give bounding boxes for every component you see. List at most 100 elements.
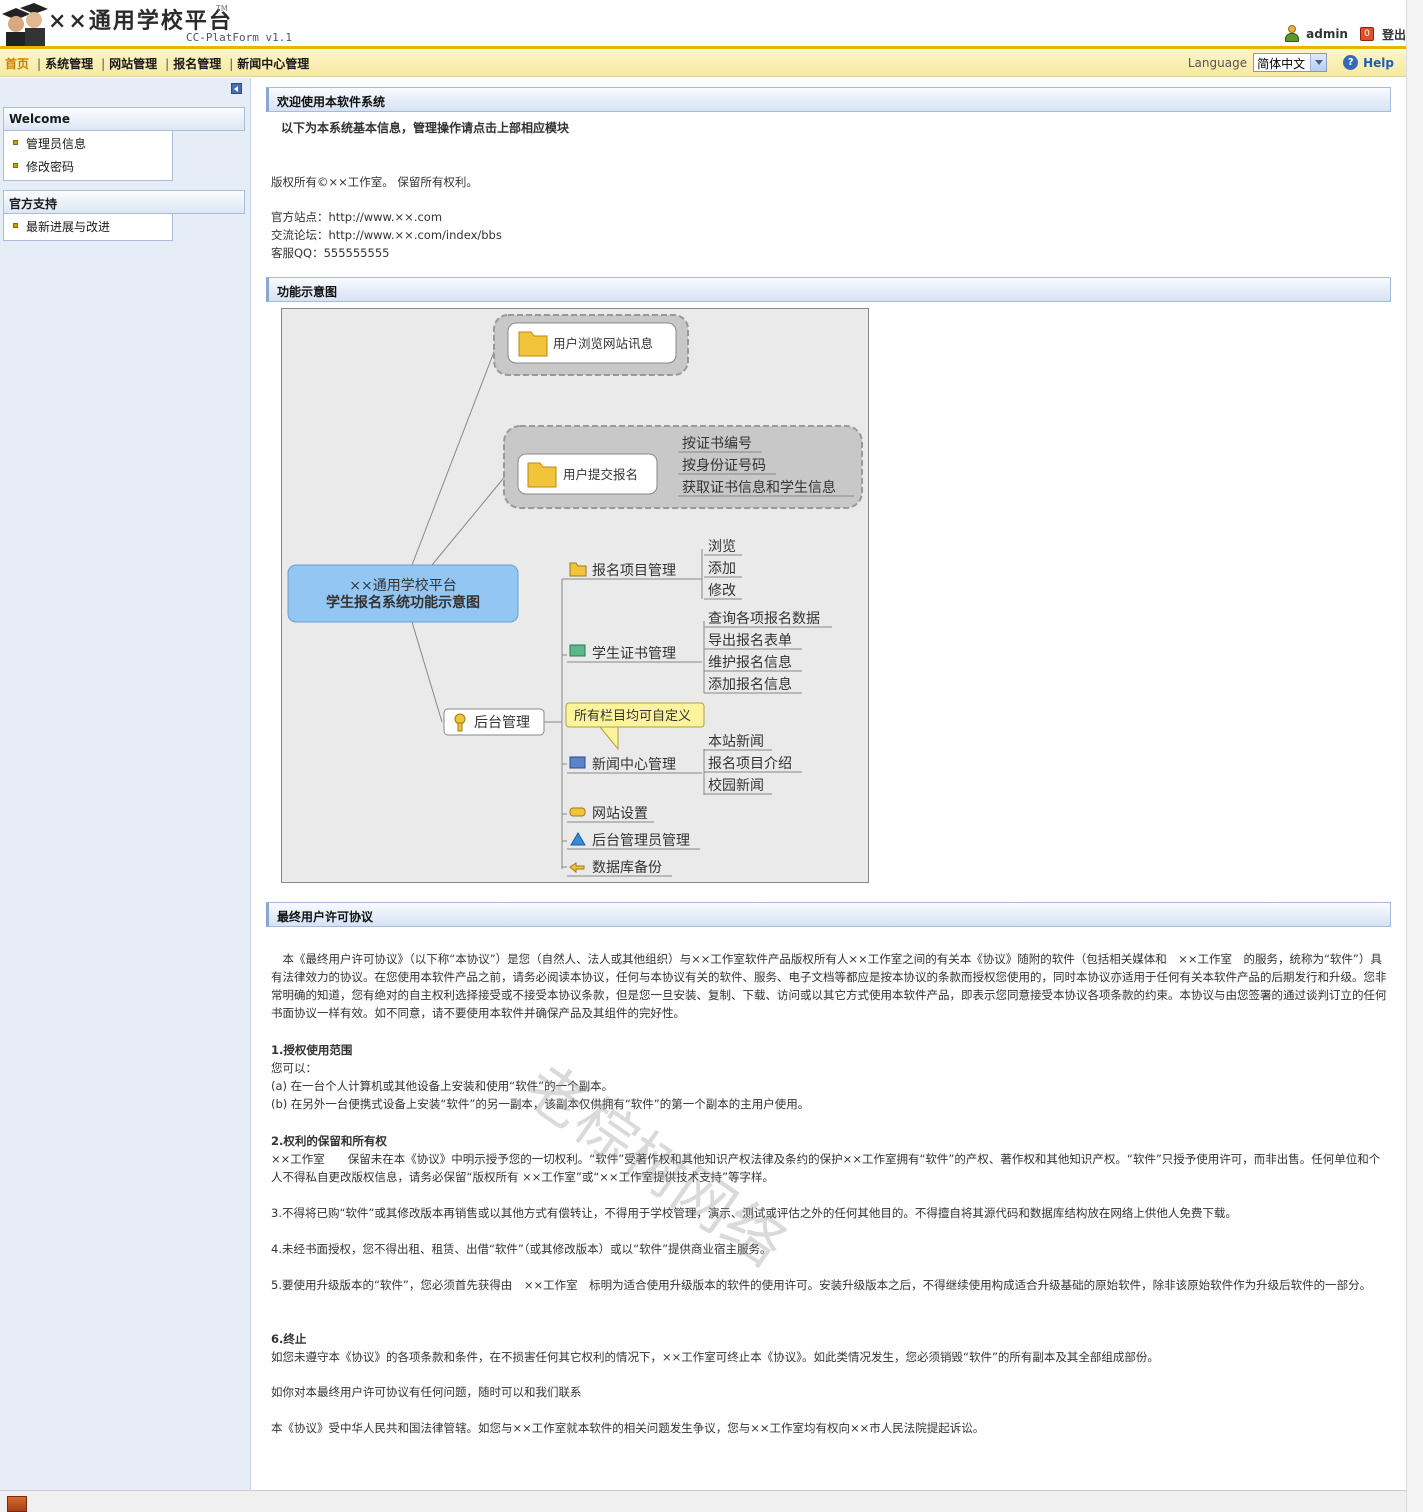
folder-icon [569, 562, 587, 577]
mm-news-leaf: 报名项目介绍 [708, 756, 792, 772]
mm-cert-leaf: 查询各项报名数据 [708, 611, 820, 627]
nav-registration-management[interactable]: 报名管理 [173, 55, 221, 72]
copyright-text: 版权所有©××工作室。 保留所有权利。 [271, 175, 478, 189]
language-label: Language [1187, 55, 1248, 70]
sidebar-group-welcome[interactable]: Welcome [3, 107, 245, 131]
backup-icon [569, 862, 585, 874]
mm-admin-node: 后台管理 [474, 715, 530, 731]
forum-text: 交流论坛：http://www.××.com/index/bbs [271, 228, 502, 242]
license-s1-l3: (b) 在另外一台便携式设备上安装“软件”的另一副本，该副本仅供拥有“软件”的第… [271, 1097, 810, 1111]
user-area: admin 0 登出 [1284, 24, 1406, 44]
status-icon [7, 1496, 27, 1512]
help-link[interactable]: Help [1363, 56, 1394, 70]
folder-icon [518, 331, 548, 357]
mm-admin-users: 后台管理员管理 [592, 833, 690, 849]
sidebar-group-welcome-body: 管理员信息 修改密码 [3, 131, 173, 181]
license-s5: 5.要使用升级版本的“软件”，您必须首先获得由 ××工作室 标明为适合使用升级版… [271, 1278, 1372, 1292]
sidebar-item-label: 最新进展与改进 [26, 220, 111, 234]
license-law: 本《协议》受中华人民共和国法律管辖。如您与××工作室就本软件的相关问题发生争议，… [271, 1419, 1391, 1437]
mm-cert-leaf: 导出报名表单 [708, 633, 792, 649]
language-select[interactable]: 简体中文 [1253, 53, 1328, 72]
function-mindmap: 用户浏览网站讯息 用户提交报名 按证书编号 按身份证号码 获取证书信息和学生信息… [281, 308, 869, 883]
nav-news-management[interactable]: 新闻中心管理 [237, 55, 309, 72]
bullet-icon [13, 223, 18, 228]
logo: ××通用学校平台 TM CC-PlatForm v1.1 [0, 0, 300, 46]
main-nav: 首页 | 系统管理 | 网站管理 | 报名管理 | 新闻中心管理 Languag… [0, 46, 1406, 77]
mm-cert-leaf: 维护报名信息 [708, 654, 792, 671]
mm-project: 报名项目管理 [592, 563, 676, 579]
bullet-icon [13, 140, 18, 145]
admin-users-icon [570, 832, 586, 846]
language-value: 简体中文 [1257, 57, 1306, 71]
mindmap-svg: 用户浏览网站讯息 用户提交报名 按证书编号 按身份证号码 获取证书信息和学生信息… [287, 314, 863, 877]
vertical-scrollbar[interactable] [1406, 0, 1423, 1512]
license-s2-title: 2.权利的保留和所有权 [271, 1134, 387, 1148]
license-s2-body: ××工作室 保留未在本《协议》中明示授予您的一切权利。“软件”受著作权和其他知识… [271, 1152, 1381, 1184]
main-content: 欢迎使用本软件系统 以下为本系统基本信息，管理操作请点击上部相应模块 版权所有©… [252, 78, 1406, 1490]
license-s6-title: 6.终止 [271, 1332, 307, 1346]
license-section-6: 6.终止 如您未遵守本《协议》的各项条款和条件，在不损害任何其它权利的情况下，×… [271, 1330, 1391, 1366]
header: ××通用学校平台 TM CC-PlatForm v1.1 admin 0 登出 [0, 0, 1406, 46]
mm-callout: 所有栏目均可自定义 [574, 709, 691, 724]
mm-browse-node: 用户浏览网站讯息 [553, 336, 653, 351]
mm-submit-leaf: 获取证书信息和学生信息 [682, 479, 836, 496]
license-s6-body: 如您未遵守本《协议》的各项条款和条件，在不损害任何其它权利的情况下，××工作室可… [271, 1350, 1159, 1364]
mm-root-line1: ××通用学校平台 [349, 577, 456, 594]
sidebar-item-admin-info[interactable]: 管理员信息 [4, 131, 172, 154]
mm-news-leaf: 校园新闻 [708, 777, 764, 794]
license-s4: 4.未经书面授权，您不得出租、租赁、出借“软件”（或其修改版本）或以“软件”提供… [271, 1242, 772, 1256]
status-bar [0, 1490, 1406, 1512]
nav-home[interactable]: 首页 [5, 55, 29, 72]
sidebar-group-support-body: 最新进展与改进 [3, 214, 173, 241]
nav-system-management[interactable]: 系统管理 [45, 55, 93, 72]
logout-icon[interactable]: 0 [1359, 27, 1374, 41]
settings-icon [569, 807, 586, 817]
mm-project-leaf: 修改 [708, 583, 736, 599]
sidebar-group-support[interactable]: 官方支持 [3, 190, 245, 214]
qq-text: 客服QQ：555555555 [271, 246, 390, 260]
section-title-license: 最终用户许可协议 [266, 902, 1391, 927]
license-section-5: 5.要使用升级版本的“软件”，您必须首先获得由 ××工作室 标明为适合使用升级版… [271, 1276, 1391, 1294]
logo-trademark: TM [216, 4, 228, 13]
mm-submit-leaf: 按身份证号码 [682, 458, 766, 474]
mm-backup: 数据库备份 [592, 859, 662, 876]
sidebar-item-label: 修改密码 [26, 160, 75, 174]
collapse-sidebar-icon[interactable] [231, 83, 242, 94]
license-law-text: 本《协议》受中华人民共和国法律管辖。如您与××工作室就本软件的相关问题发生争议，… [271, 1421, 985, 1435]
license-s1-l1: 您可以： [271, 1061, 317, 1075]
sidebar-item-change-password[interactable]: 修改密码 [4, 154, 172, 177]
mm-submit-node: 用户提交报名 [563, 467, 638, 482]
news-icon [569, 756, 586, 769]
table-icon [569, 644, 586, 657]
license-paragraph-intro: 本《最终用户许可协议》（以下称“本协议”）是您（自然人、法人或其他组织）与××工… [271, 950, 1391, 1022]
license-contact-text: 如你对本最终用户许可协议有任何问题，随时可以和我们联系 [271, 1385, 582, 1399]
chevron-down-icon[interactable] [1310, 54, 1327, 71]
mm-site-setting: 网站设置 [592, 806, 648, 822]
logout-link[interactable]: 登出 [1382, 26, 1406, 43]
bullet-icon [13, 163, 18, 168]
user-icon [1284, 25, 1300, 43]
mm-cert-leaf: 添加报名信息 [708, 676, 792, 693]
license-s3: 3.不得将已购“软件”或其修改版本再销售或以其他方式有偿转让，不得用于学校管理，… [271, 1206, 1237, 1220]
mm-submit-leaf: 按证书编号 [682, 436, 752, 452]
mm-cert: 学生证书管理 [592, 646, 676, 662]
folder-icon [527, 462, 557, 488]
mm-root-line2: 学生报名系统功能示意图 [326, 594, 480, 611]
license-section-2: 2.权利的保留和所有权 ××工作室 保留未在本《协议》中明示授予您的一切权利。“… [271, 1132, 1391, 1186]
license-s1-l2: (a) 在一台个人计算机或其他设备上安装和使用“软件”的一个副本。 [271, 1079, 614, 1093]
mm-news-leaf: 本站新闻 [708, 734, 764, 750]
section-title-welcome: 欢迎使用本软件系统 [266, 87, 1391, 112]
nav-site-management[interactable]: 网站管理 [109, 55, 157, 72]
license-section-3: 3.不得将已购“软件”或其修改版本再销售或以其他方式有偿转让，不得用于学校管理，… [271, 1204, 1391, 1222]
mm-project-leaf: 添加 [708, 561, 736, 577]
license-contact: 如你对本最终用户许可协议有任何问题，随时可以和我们联系 [271, 1383, 1391, 1401]
username: admin [1306, 27, 1348, 41]
sidebar-item-latest-progress[interactable]: 最新进展与改进 [4, 214, 172, 237]
welcome-intro: 以下为本系统基本信息，管理操作请点击上部相应模块 [281, 121, 570, 135]
mm-project-leaf: 浏览 [708, 539, 736, 555]
sidebar: Welcome 管理员信息 修改密码 官方支持 最新进展与改进 [0, 78, 251, 1490]
help-icon[interactable]: ? [1343, 55, 1359, 70]
sidebar-item-label: 管理员信息 [26, 137, 87, 151]
section-title-diagram: 功能示意图 [266, 277, 1391, 302]
logo-subtitle: CC-PlatForm v1.1 [186, 31, 292, 44]
